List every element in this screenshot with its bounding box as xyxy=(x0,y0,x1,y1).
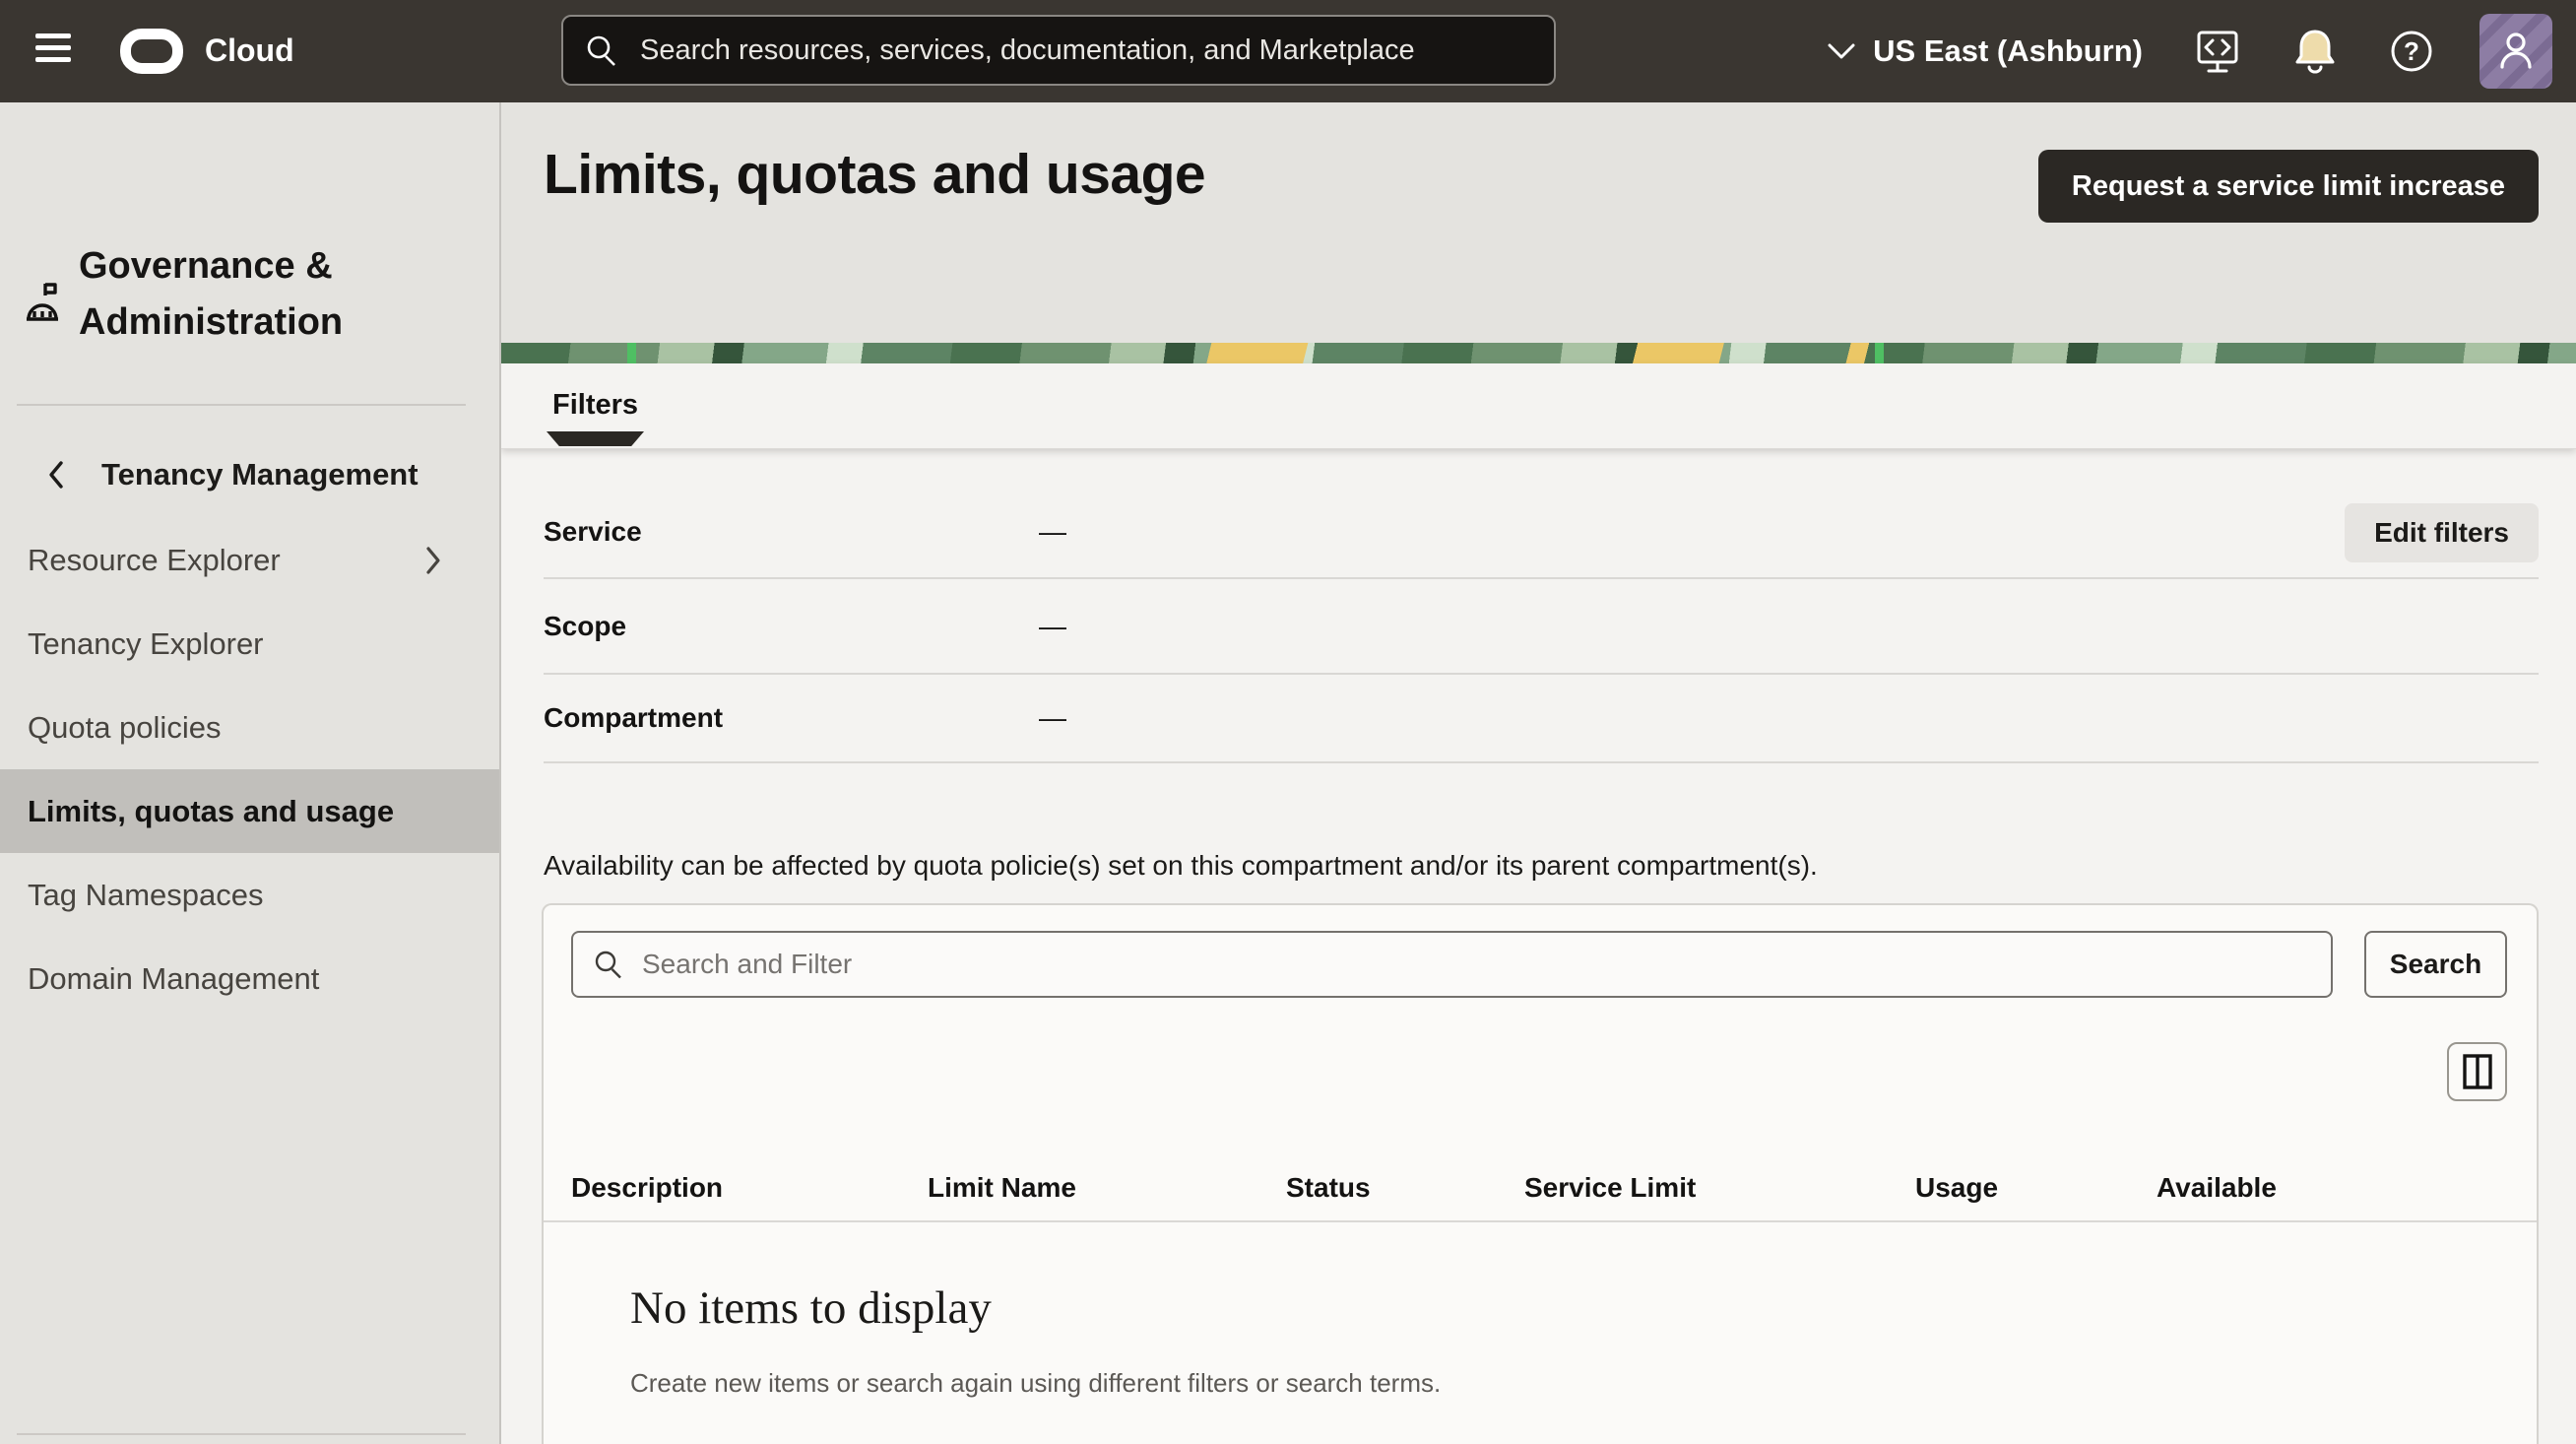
brand-label: Cloud xyxy=(205,33,294,69)
svg-text:?: ? xyxy=(2404,36,2419,66)
filter-row-compartment: Compartment — xyxy=(544,675,2539,763)
developer-tools-icon[interactable] xyxy=(2194,28,2241,75)
column-header-usage[interactable]: Usage xyxy=(1915,1172,2157,1204)
region-selector[interactable]: US East (Ashburn) xyxy=(1828,33,2143,69)
chevron-down-icon xyxy=(1828,42,1855,60)
sidebar-divider xyxy=(17,1433,466,1435)
help-icon[interactable]: ? xyxy=(2389,29,2434,74)
columns-icon xyxy=(2462,1053,2493,1090)
tab-bar: Filters xyxy=(501,363,2576,449)
empty-state: No items to display Create new items or … xyxy=(544,1222,2537,1399)
page-header: Limits, quotas and usage Request a servi… xyxy=(501,102,2576,343)
main-content: Limits, quotas and usage Request a servi… xyxy=(501,102,2576,1444)
sidebar-parent-label: Tenancy Management xyxy=(101,457,419,492)
oci-console: Cloud US East (Ashburn) xyxy=(0,0,2576,1444)
table-header-row: Description Limit Name Status Service Li… xyxy=(544,1172,2537,1222)
user-avatar[interactable] xyxy=(2479,14,2552,89)
search-icon xyxy=(593,949,624,980)
availability-note: Availability can be affected by quota po… xyxy=(501,763,2576,882)
edit-filters-button[interactable]: Edit filters xyxy=(2345,503,2539,562)
table-search-field[interactable] xyxy=(571,931,2333,998)
empty-state-title: No items to display xyxy=(630,1281,2537,1335)
request-service-limit-increase-button[interactable]: Request a service limit increase xyxy=(2038,150,2539,223)
sidebar-item-limits-quotas-usage[interactable]: Limits, quotas and usage xyxy=(0,769,499,853)
column-header-service-limit[interactable]: Service Limit xyxy=(1524,1172,1915,1204)
table-toolbar xyxy=(544,998,2537,1101)
header-actions: US East (Ashburn) ? xyxy=(1828,0,2552,102)
column-header-available[interactable]: Available xyxy=(2157,1172,2537,1204)
oracle-logo-icon[interactable] xyxy=(120,29,183,74)
sidebar-item-tag-namespaces[interactable]: Tag Namespaces xyxy=(0,853,499,937)
decorative-banner xyxy=(501,343,2576,363)
table-search-input[interactable] xyxy=(642,949,2311,980)
active-tab-indicator xyxy=(547,431,644,446)
empty-state-message: Create new items or search again using d… xyxy=(630,1368,2537,1399)
notifications-bell-icon[interactable] xyxy=(2292,28,2338,75)
chevron-right-icon xyxy=(424,546,442,575)
column-header-status[interactable]: Status xyxy=(1286,1172,1524,1204)
region-label: US East (Ashburn) xyxy=(1873,33,2143,69)
column-header-description[interactable]: Description xyxy=(571,1172,928,1204)
search-icon xyxy=(585,33,618,67)
table-search-row: Search xyxy=(544,905,2537,998)
sidebar-section-title: Governance & Administration xyxy=(79,238,433,351)
sidebar-divider xyxy=(17,404,466,406)
global-search-input[interactable] xyxy=(640,34,1532,67)
sidebar-item-resource-explorer[interactable]: Resource Explorer xyxy=(0,518,499,602)
hamburger-menu-icon[interactable] xyxy=(35,33,71,70)
sidebar-back-tenancy-management[interactable]: Tenancy Management xyxy=(0,453,499,496)
search-button[interactable]: Search xyxy=(2364,931,2507,998)
filter-row-scope: Scope — xyxy=(544,579,2539,675)
global-search[interactable] xyxy=(561,15,1556,86)
top-navigation-bar: Cloud US East (Ashburn) xyxy=(0,0,2576,102)
column-header-limit-name[interactable]: Limit Name xyxy=(928,1172,1286,1204)
sidebar-item-quota-policies[interactable]: Quota policies xyxy=(0,686,499,769)
sidebar-item-tenancy-explorer[interactable]: Tenancy Explorer xyxy=(0,602,499,686)
filters-section: Service — Scope — Compartment — Edit fil… xyxy=(501,449,2576,763)
sidebar-item-domain-management[interactable]: Domain Management xyxy=(0,937,499,1020)
sidebar: Governance & Administration Tenancy Mana… xyxy=(0,102,501,1444)
sidebar-menu: Resource Explorer Tenancy Explorer Quota… xyxy=(0,518,499,1020)
column-picker-button[interactable] xyxy=(2447,1042,2507,1101)
chevron-left-icon xyxy=(46,459,66,491)
person-icon xyxy=(2495,30,2537,73)
governance-building-icon xyxy=(22,282,63,327)
filter-row-service: Service — xyxy=(544,449,2539,579)
tab-filters[interactable]: Filters xyxy=(547,387,644,446)
limits-table-card: Search Description Limit Name Status Ser… xyxy=(542,903,2539,1444)
